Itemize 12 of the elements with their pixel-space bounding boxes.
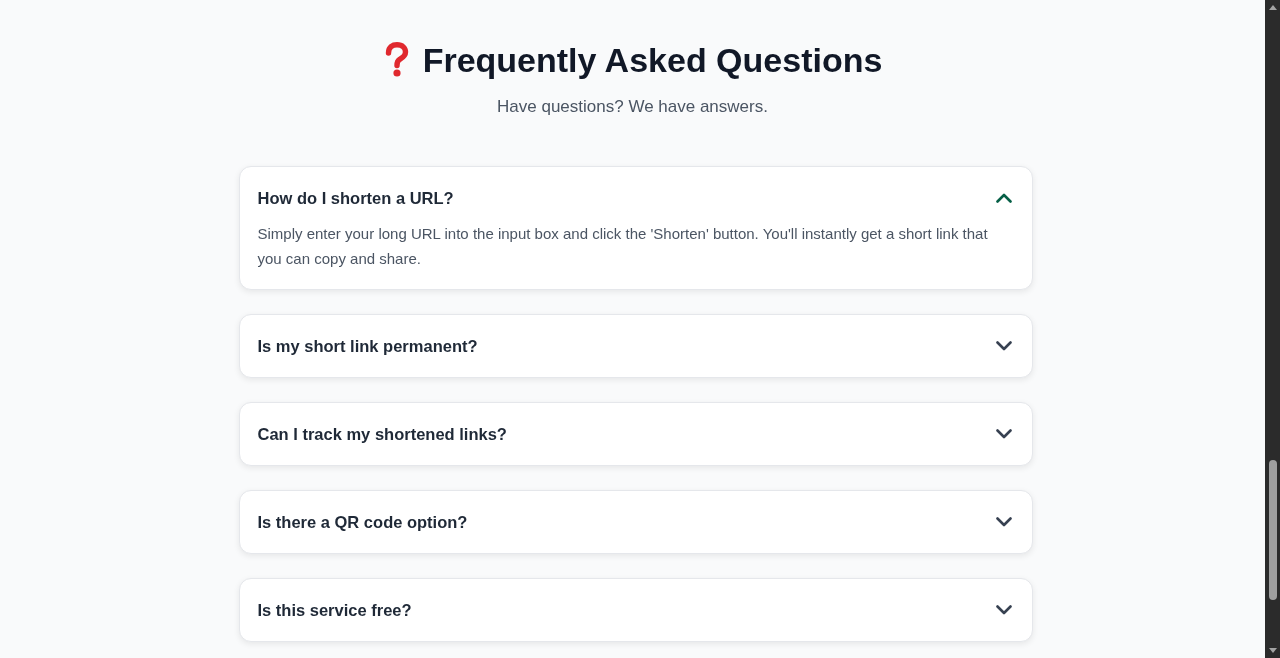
- question-toggle[interactable]: Is my short link permanent?: [257, 334, 1014, 358]
- answer-text: Simply enter your long URL into the input box and click the 'Shorten' button. You'll instantly get a short link that you can copy and share.: [257, 224, 989, 269]
- question-toggle[interactable]: Is this service free?: [257, 598, 1014, 622]
- page-title: Frequently Asked Questions: [422, 40, 883, 80]
- question-toggle[interactable]: How do I shorten a URL?: [257, 186, 1014, 210]
- page-subtitle: Have questions? We have answers.: [497, 96, 768, 118]
- scroll-down-arrow-icon[interactable]: [1268, 648, 1277, 653]
- question-toggle[interactable]: Can I track my shortened links?: [257, 422, 1014, 446]
- scroll-up-arrow-icon[interactable]: [1268, 5, 1277, 10]
- scrollbar[interactable]: [1265, 0, 1280, 658]
- scrollbar-thumb[interactable]: [1268, 460, 1277, 600]
- question-toggle[interactable]: Is there a QR code option?: [257, 510, 1014, 534]
